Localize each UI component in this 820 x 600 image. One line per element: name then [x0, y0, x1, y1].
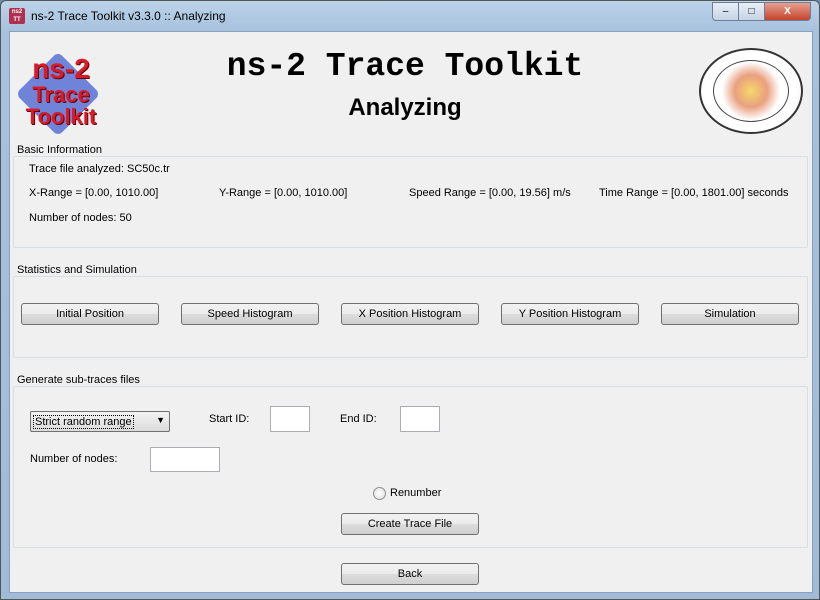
start-id-label: Start ID:	[209, 413, 250, 425]
node-count-text: Number of nodes: 50	[29, 212, 132, 224]
speed-range-text: Speed Range = [0.00, 19.56] m/s	[409, 187, 571, 199]
chevron-down-icon: ▼	[156, 415, 165, 425]
maximize-button[interactable]: □	[738, 2, 765, 21]
y-position-histogram-button[interactable]: Y Position Histogram	[501, 303, 639, 325]
y-range-text: Y-Range = [0.00, 1010.00]	[219, 187, 348, 199]
number-of-nodes-input[interactable]	[150, 447, 220, 472]
range-mode-dropdown[interactable]: Strict random range ▼	[30, 411, 170, 432]
statistics-label: Statistics and Simulation	[17, 264, 141, 276]
end-id-input[interactable]	[400, 406, 440, 432]
simulation-button[interactable]: Simulation	[661, 303, 799, 325]
time-range-text: Time Range = [0.00, 1801.00] seconds	[599, 187, 789, 199]
university-seal	[699, 48, 803, 134]
create-trace-file-button[interactable]: Create Trace File	[341, 513, 479, 535]
app-icon: ns2 TT	[9, 8, 25, 24]
minimize-button[interactable]: –	[712, 2, 739, 21]
close-button[interactable]: X	[764, 2, 811, 21]
x-range-text: X-Range = [0.00, 1010.00]	[29, 187, 159, 199]
title-bar[interactable]: ns2 TT ns-2 Trace Toolkit v3.3.0 :: Analy…	[1, 1, 819, 31]
renumber-label: Renumber	[390, 487, 442, 499]
main-panel: ns-2 Trace Toolkit ns-2 Trace Toolkit An…	[9, 31, 813, 593]
page-subtitle: Analyzing	[348, 94, 462, 121]
generate-label: Generate sub-traces files	[17, 374, 144, 386]
number-of-nodes-label: Number of nodes:	[30, 453, 118, 465]
app-title: ns-2 Trace Toolkit	[226, 48, 584, 85]
window-title: ns-2 Trace Toolkit v3.3.0 :: Analyzing	[31, 9, 226, 23]
basic-information-label: Basic Information	[17, 144, 106, 156]
trace-file-text: Trace file analyzed: SC50c.tr	[29, 163, 170, 175]
window: ns2 TT ns-2 Trace Toolkit v3.3.0 :: Analy…	[0, 0, 820, 600]
start-id-input[interactable]	[270, 406, 310, 432]
initial-position-button[interactable]: Initial Position	[21, 303, 159, 325]
back-button[interactable]: Back	[341, 563, 479, 585]
renumber-radio[interactable]	[373, 487, 386, 500]
end-id-label: End ID:	[340, 413, 377, 425]
x-position-histogram-button[interactable]: X Position Histogram	[341, 303, 479, 325]
speed-histogram-button[interactable]: Speed Histogram	[181, 303, 319, 325]
